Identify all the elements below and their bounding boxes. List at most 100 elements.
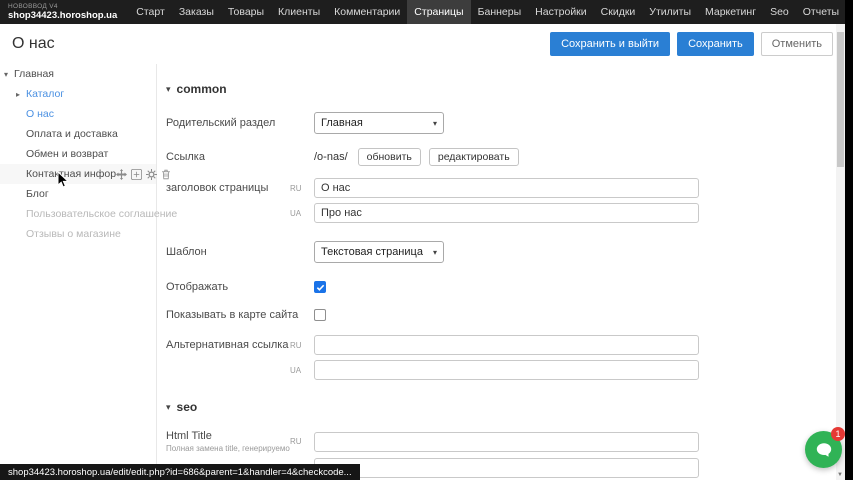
template-select[interactable]: Текстовая страница ▾ — [314, 241, 444, 263]
tree-item-label: Блог — [26, 188, 49, 200]
menu-seo[interactable]: Seo — [763, 0, 796, 24]
link-status-tooltip: shop34423.horoshop.ua/edit/edit.php?id=6… — [0, 464, 360, 480]
sitemap-row: Показывать в карте сайта — [166, 309, 840, 321]
lang-ru-label: RU — [290, 437, 306, 446]
caret-right-icon[interactable]: ▸ — [16, 90, 26, 99]
scrollbar-thumb[interactable] — [837, 32, 844, 167]
collapse-icon: ▾ — [166, 402, 171, 413]
right-black-strip — [845, 0, 853, 480]
tree-item-about[interactable]: О нас — [0, 104, 156, 124]
sitemap-checkbox[interactable] — [314, 309, 326, 321]
link-row: Ссылка /o-nas/ обновить редактировать — [166, 148, 840, 166]
field-label: Шаблон — [166, 246, 290, 258]
field-label: Родительский раздел — [166, 117, 290, 129]
main-menu: Старт Заказы Товары Клиенты Комментарии … — [129, 0, 846, 24]
tree-item-label: Пользовательское соглашение — [26, 208, 177, 220]
alt-link-ua-input[interactable] — [314, 360, 699, 380]
vertical-scrollbar[interactable]: ▼ — [836, 24, 845, 480]
field-label: Ссылка — [166, 151, 290, 163]
lang-ru-label: RU — [290, 341, 306, 350]
field-label: Альтернативная ссылка — [166, 339, 290, 351]
caret-down-icon[interactable]: ▾ — [4, 70, 14, 79]
menu-banners[interactable]: Баннеры — [471, 0, 529, 24]
page-header: О нас Сохранить и выйти Сохранить Отмени… — [0, 24, 845, 64]
menu-products[interactable]: Товары — [221, 0, 271, 24]
chevron-down-icon: ▾ — [433, 119, 437, 128]
lang-ua-label: UA — [290, 366, 306, 375]
section-seo[interactable]: ▾ seo — [166, 400, 840, 414]
html-title-ru-input[interactable] — [314, 432, 699, 452]
section-title: common — [177, 82, 227, 96]
menu-utilities[interactable]: Утилиты — [642, 0, 698, 24]
page-title-ua-row: UA — [166, 203, 840, 223]
tree-item-label: О нас — [26, 108, 54, 120]
menu-discounts[interactable]: Скидки — [594, 0, 643, 24]
chevron-down-icon: ▾ — [433, 248, 437, 257]
html-title-ru-row: Html Title Полная замена title, генериру… — [166, 430, 840, 453]
page-title-ua-input[interactable] — [314, 203, 699, 223]
edit-link-button[interactable]: редактировать — [429, 148, 519, 166]
menu-settings[interactable]: Настройки — [528, 0, 594, 24]
tree-item-label: Контактная инфор — [26, 168, 116, 180]
tree-item-catalog[interactable]: ▸ Каталог — [0, 84, 156, 104]
brand[interactable]: НОВОВВОД V4 shop34423.horoshop.ua — [0, 3, 129, 21]
tree-item-label: Отзывы о магазине — [26, 228, 121, 240]
collapse-icon: ▾ — [166, 84, 171, 95]
menu-pages[interactable]: Страницы — [407, 0, 470, 24]
menu-orders[interactable]: Заказы — [172, 0, 221, 24]
field-label: заголовок страницы — [166, 182, 290, 194]
selected-value: Текстовая страница — [321, 246, 423, 258]
menu-clients[interactable]: Клиенты — [271, 0, 327, 24]
tree-item-blog[interactable]: Блог — [0, 184, 156, 204]
check-icon — [316, 283, 325, 292]
brand-version: НОВОВВОД V4 — [8, 3, 117, 10]
page-tree-sidebar: ▾ Главная ▸ Каталог О нас Оплата и доста… — [0, 64, 157, 480]
template-row: Шаблон Текстовая страница ▾ — [166, 241, 840, 263]
topbar: НОВОВВОД V4 shop34423.horoshop.ua Старт … — [0, 0, 845, 24]
cancel-button[interactable]: Отменить — [761, 32, 833, 56]
page-edit-form: ▾ common Родительский раздел Главная ▾ С… — [158, 64, 840, 480]
menu-reports[interactable]: Отчеты — [796, 0, 846, 24]
move-icon[interactable] — [116, 169, 127, 180]
page-title: О нас — [12, 35, 55, 53]
tree-item-label: Оплата и доставка — [26, 128, 118, 140]
parent-section-row: Родительский раздел Главная ▾ — [166, 112, 840, 134]
menu-marketing[interactable]: Маркетинг — [698, 0, 763, 24]
lang-ru-label: RU — [290, 184, 306, 193]
page-title-ru-input[interactable] — [314, 178, 699, 198]
chat-notification-badge: 1 — [831, 427, 845, 441]
add-page-icon[interactable] — [131, 169, 142, 180]
menu-comments[interactable]: Комментарии — [327, 0, 407, 24]
chat-widget-button[interactable]: 1 — [805, 431, 842, 468]
tree-item-exchange-return[interactable]: Обмен и возврат — [0, 144, 156, 164]
tree-item-store-reviews[interactable]: Отзывы о магазине — [0, 224, 156, 244]
save-and-exit-button[interactable]: Сохранить и выйти — [550, 32, 670, 56]
tree-item-contact-info[interactable]: Контактная инфор — [0, 164, 156, 184]
parent-section-select[interactable]: Главная ▾ — [314, 112, 444, 134]
chat-bubble-icon — [815, 441, 833, 459]
html-title-ua-input[interactable] — [314, 458, 699, 478]
page-title-ru-row: заголовок страницы RU — [166, 178, 840, 198]
status-url: shop34423.horoshop.ua/edit/edit.php?id=6… — [8, 467, 352, 478]
link-value: /o-nas/ — [314, 151, 348, 163]
alt-link-ru-input[interactable] — [314, 335, 699, 355]
scroll-down-icon[interactable]: ▼ — [837, 472, 843, 478]
tree-item-payment-delivery[interactable]: Оплата и доставка — [0, 124, 156, 144]
gear-icon[interactable] — [146, 169, 157, 180]
display-checkbox[interactable] — [314, 281, 326, 293]
menu-start[interactable]: Старт — [129, 0, 172, 24]
field-label: Html Title Полная замена title, генериру… — [166, 430, 290, 453]
html-title-hint: Полная замена title, генерируемого — [166, 444, 290, 453]
field-label: Отображать — [166, 281, 290, 293]
tree-item-home[interactable]: ▾ Главная — [0, 64, 156, 84]
selected-value: Главная — [321, 117, 363, 129]
section-common[interactable]: ▾ common — [166, 82, 840, 96]
alt-link-ru-row: Альтернативная ссылка RU — [166, 335, 840, 355]
refresh-link-button[interactable]: обновить — [358, 148, 421, 166]
tree-item-user-agreement[interactable]: Пользовательское соглашение — [0, 204, 156, 224]
save-button[interactable]: Сохранить — [677, 32, 754, 56]
html-title-label: Html Title — [166, 430, 212, 442]
alt-link-ua-row: UA — [166, 360, 840, 380]
tree-item-label: Главная — [14, 68, 54, 80]
section-title: seo — [177, 400, 198, 414]
